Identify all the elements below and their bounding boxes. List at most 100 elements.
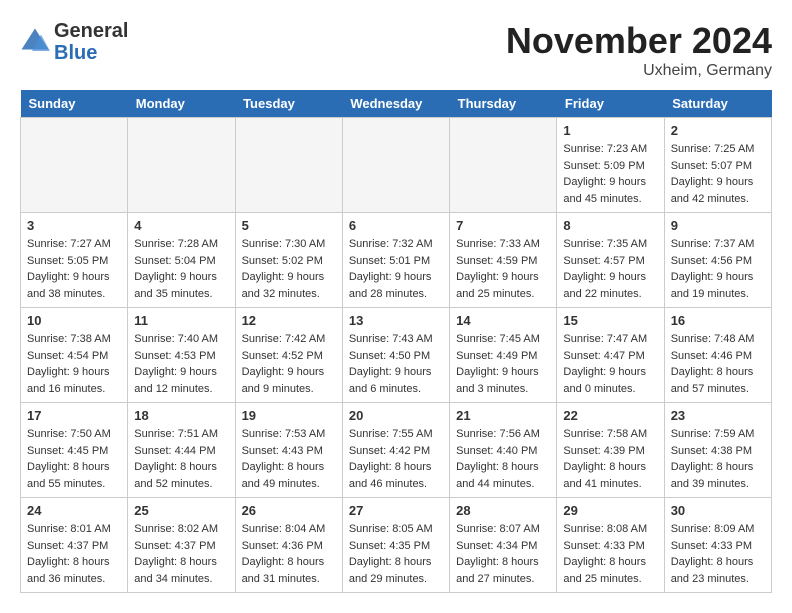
calendar-cell [342,118,449,213]
week-row-1: 1 Sunrise: 7:23 AMSunset: 5:09 PMDaylight… [21,118,772,213]
day-number: 1 [563,123,657,138]
page-header: General Blue November 2024 Uxheim, Germa… [20,20,772,80]
logo: General Blue [20,20,128,64]
day-number: 14 [456,313,550,328]
day-number: 6 [349,218,443,233]
calendar-cell: 5Sunrise: 7:30 AMSunset: 5:02 PMDaylight… [235,213,342,308]
day-info: Sunrise: 8:05 AMSunset: 4:35 PMDaylight:… [349,521,443,587]
day-number: 2 [671,123,765,138]
day-info: Sunrise: 8:04 AMSunset: 4:36 PMDaylight:… [242,521,336,587]
calendar-cell: 13Sunrise: 7:43 AMSunset: 4:50 PMDayligh… [342,308,449,403]
logo-general: General [54,20,128,42]
calendar-cell: 30 Sunrise: 8:09 AMSunset: 4:33 PMDayligh… [664,498,771,593]
weekday-sunday: Sunday [21,90,128,118]
calendar-table: SundayMondayTuesdayWednesdayThursdayFrid… [20,90,772,593]
day-info: Sunrise: 7:27 AMSunset: 5:05 PMDaylight:… [27,236,121,302]
calendar-cell: 20 Sunrise: 7:55 AMSunset: 4:42 PMDayligh… [342,403,449,498]
day-info: Sunrise: 8:01 AMSunset: 4:37 PMDaylight:… [27,521,121,587]
day-number: 24 [27,503,121,518]
day-number: 25 [134,503,228,518]
calendar-cell [21,118,128,213]
calendar-cell: 24 Sunrise: 8:01 AMSunset: 4:37 PMDayligh… [21,498,128,593]
month-title: November 2024 [506,20,772,62]
calendar-cell: 6 Sunrise: 7:32 AMSunset: 5:01 PMDaylight… [342,213,449,308]
weekday-thursday: Thursday [450,90,557,118]
calendar-cell: 25 Sunrise: 8:02 AMSunset: 4:37 PMDayligh… [128,498,235,593]
week-row-4: 17 Sunrise: 7:50 AMSunset: 4:45 PMDayligh… [21,403,772,498]
day-number: 19 [242,408,336,423]
day-number: 17 [27,408,121,423]
calendar-body: 1 Sunrise: 7:23 AMSunset: 5:09 PMDaylight… [21,118,772,593]
calendar-cell [128,118,235,213]
week-row-2: 3 Sunrise: 7:27 AMSunset: 5:05 PMDaylight… [21,213,772,308]
day-info: Sunrise: 7:33 AMSunset: 4:59 PMDaylight:… [456,236,550,302]
calendar-cell [235,118,342,213]
day-info: Sunrise: 7:45 AMSunset: 4:49 PMDaylight:… [456,331,550,397]
day-info: Sunrise: 7:38 AMSunset: 4:54 PMDaylight:… [27,331,121,397]
calendar-cell: 14 Sunrise: 7:45 AMSunset: 4:49 PMDayligh… [450,308,557,403]
day-number: 16 [671,313,765,328]
day-number: 7 [456,218,550,233]
calendar-cell: 17 Sunrise: 7:50 AMSunset: 4:45 PMDayligh… [21,403,128,498]
day-info: Sunrise: 8:02 AMSunset: 4:37 PMDaylight:… [134,521,228,587]
day-info: Sunrise: 7:42 AMSunset: 4:52 PMDaylight:… [242,331,336,397]
day-info: Sunrise: 7:55 AMSunset: 4:42 PMDaylight:… [349,426,443,492]
day-number: 21 [456,408,550,423]
calendar-cell: 22 Sunrise: 7:58 AMSunset: 4:39 PMDayligh… [557,403,664,498]
day-number: 9 [671,218,765,233]
calendar-cell: 3 Sunrise: 7:27 AMSunset: 5:05 PMDaylight… [21,213,128,308]
calendar-cell: 27 Sunrise: 8:05 AMSunset: 4:35 PMDayligh… [342,498,449,593]
day-info: Sunrise: 7:56 AMSunset: 4:40 PMDaylight:… [456,426,550,492]
week-row-3: 10 Sunrise: 7:38 AMSunset: 4:54 PMDayligh… [21,308,772,403]
day-info: Sunrise: 7:35 AMSunset: 4:57 PMDaylight:… [563,236,657,302]
calendar-cell: 1 Sunrise: 7:23 AMSunset: 5:09 PMDaylight… [557,118,664,213]
day-number: 20 [349,408,443,423]
day-number: 4 [134,218,228,233]
calendar-cell: 29Sunrise: 8:08 AMSunset: 4:33 PMDayligh… [557,498,664,593]
day-info: Sunrise: 7:40 AMSunset: 4:53 PMDaylight:… [134,331,228,397]
day-number: 8 [563,218,657,233]
calendar-cell: 18 Sunrise: 7:51 AMSunset: 4:44 PMDayligh… [128,403,235,498]
title-block: November 2024 Uxheim, Germany [506,20,772,80]
day-number: 3 [27,218,121,233]
calendar-cell: 26 Sunrise: 8:04 AMSunset: 4:36 PMDayligh… [235,498,342,593]
calendar-cell: 15Sunrise: 7:47 AMSunset: 4:47 PMDayligh… [557,308,664,403]
day-info: Sunrise: 7:59 AMSunset: 4:38 PMDaylight:… [671,426,765,492]
day-info: Sunrise: 7:53 AMSunset: 4:43 PMDaylight:… [242,426,336,492]
day-number: 18 [134,408,228,423]
day-info: Sunrise: 7:23 AMSunset: 5:09 PMDaylight:… [563,141,657,207]
calendar-cell: 4Sunrise: 7:28 AMSunset: 5:04 PMDaylight… [128,213,235,308]
calendar-cell: 28 Sunrise: 8:07 AMSunset: 4:34 PMDayligh… [450,498,557,593]
calendar-cell: 21 Sunrise: 7:56 AMSunset: 4:40 PMDayligh… [450,403,557,498]
calendar-cell: 11 Sunrise: 7:40 AMSunset: 4:53 PMDayligh… [128,308,235,403]
day-info: Sunrise: 8:07 AMSunset: 4:34 PMDaylight:… [456,521,550,587]
day-number: 23 [671,408,765,423]
calendar-cell [450,118,557,213]
day-info: Sunrise: 7:58 AMSunset: 4:39 PMDaylight:… [563,426,657,492]
location: Uxheim, Germany [506,62,772,80]
weekday-monday: Monday [128,90,235,118]
day-info: Sunrise: 7:50 AMSunset: 4:45 PMDaylight:… [27,426,121,492]
day-number: 28 [456,503,550,518]
day-number: 26 [242,503,336,518]
weekday-friday: Friday [557,90,664,118]
calendar-cell: 2Sunrise: 7:25 AMSunset: 5:07 PMDaylight… [664,118,771,213]
day-number: 10 [27,313,121,328]
day-number: 27 [349,503,443,518]
day-info: Sunrise: 8:09 AMSunset: 4:33 PMDaylight:… [671,521,765,587]
weekday-tuesday: Tuesday [235,90,342,118]
weekday-saturday: Saturday [664,90,771,118]
day-info: Sunrise: 7:43 AMSunset: 4:50 PMDaylight:… [349,331,443,397]
calendar-cell: 16 Sunrise: 7:48 AMSunset: 4:46 PMDayligh… [664,308,771,403]
day-number: 12 [242,313,336,328]
calendar-cell: 9Sunrise: 7:37 AMSunset: 4:56 PMDaylight… [664,213,771,308]
day-number: 11 [134,313,228,328]
week-row-5: 24 Sunrise: 8:01 AMSunset: 4:37 PMDayligh… [21,498,772,593]
day-number: 30 [671,503,765,518]
day-info: Sunrise: 7:48 AMSunset: 4:46 PMDaylight:… [671,331,765,397]
calendar-cell: 23 Sunrise: 7:59 AMSunset: 4:38 PMDayligh… [664,403,771,498]
calendar-cell: 7 Sunrise: 7:33 AMSunset: 4:59 PMDaylight… [450,213,557,308]
day-info: Sunrise: 7:51 AMSunset: 4:44 PMDaylight:… [134,426,228,492]
day-number: 22 [563,408,657,423]
day-info: Sunrise: 7:32 AMSunset: 5:01 PMDaylight:… [349,236,443,302]
